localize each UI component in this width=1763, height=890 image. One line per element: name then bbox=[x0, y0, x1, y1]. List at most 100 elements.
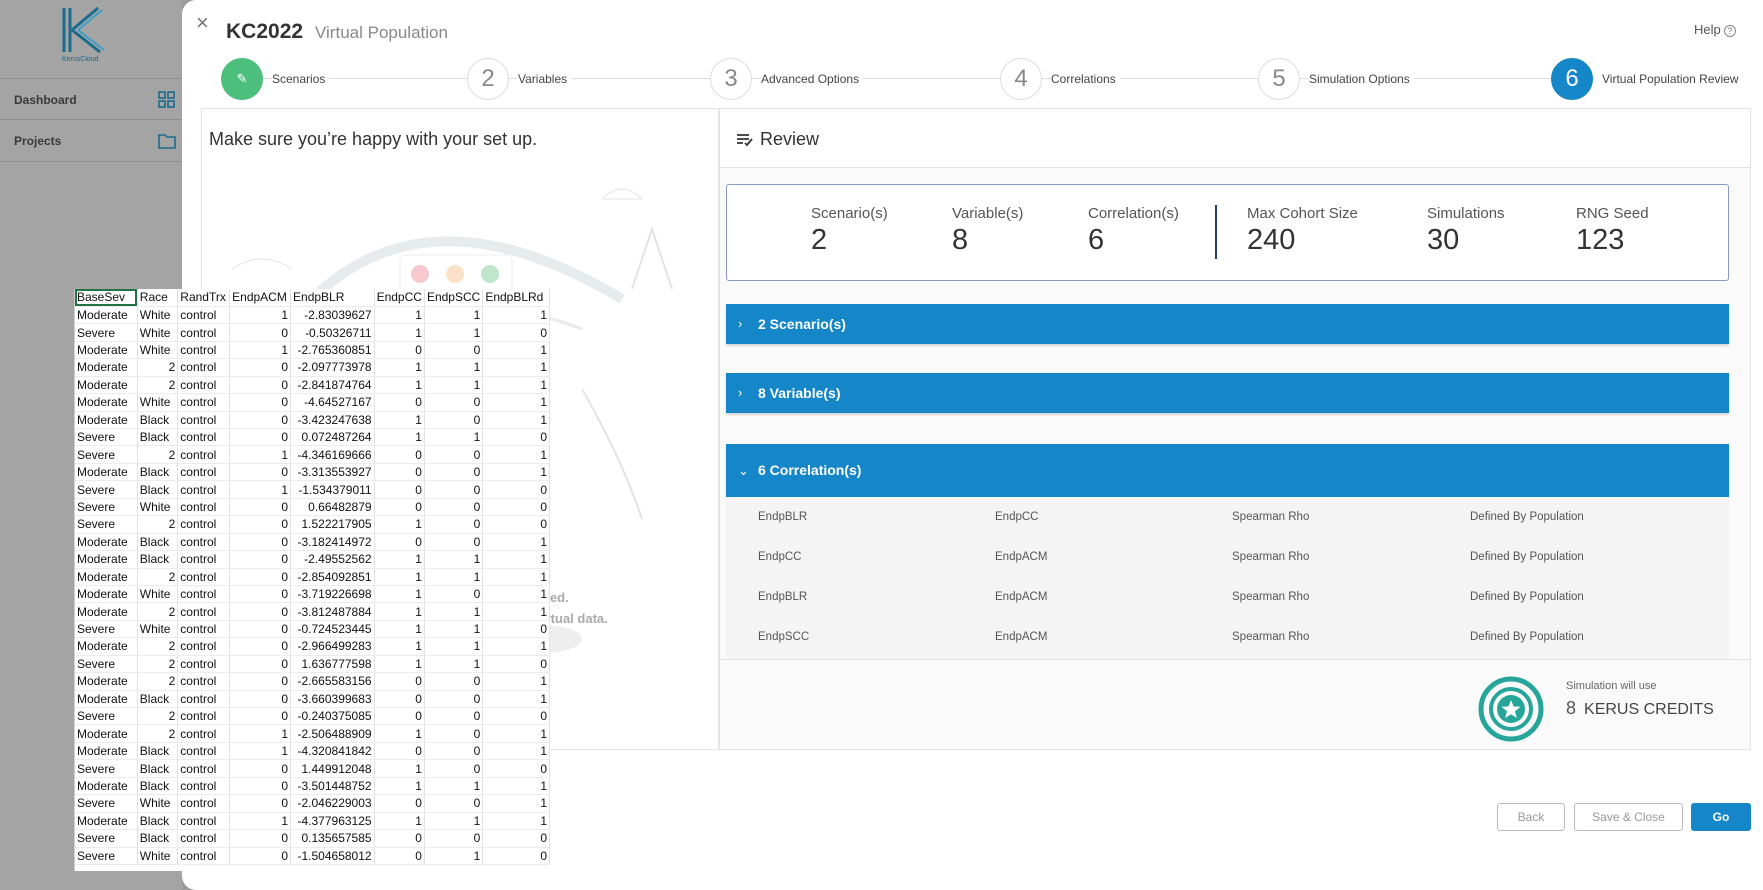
table-cell[interactable]: 0 bbox=[229, 690, 292, 709]
table-cell[interactable]: -2.046229003 bbox=[290, 794, 375, 813]
scenarios-accordion[interactable]: › 2 Scenario(s) bbox=[726, 304, 1729, 344]
table-cell[interactable]: control bbox=[177, 759, 231, 778]
column-header[interactable]: BaseSev bbox=[75, 289, 138, 307]
table-cell[interactable]: Moderate bbox=[75, 690, 138, 709]
table-cell[interactable]: Severe bbox=[75, 498, 138, 517]
table-cell[interactable]: Black bbox=[137, 829, 179, 848]
table-cell[interactable]: 0 bbox=[229, 533, 292, 552]
table-cell[interactable]: 0 bbox=[424, 498, 484, 517]
table-cell[interactable]: 0 bbox=[374, 672, 425, 691]
table-cell[interactable]: -3.501448752 bbox=[290, 777, 375, 796]
table-cell[interactable]: 1 bbox=[424, 637, 484, 656]
table-cell[interactable]: Severe bbox=[75, 515, 138, 534]
table-cell[interactable]: 2 bbox=[137, 376, 179, 395]
table-cell[interactable]: control bbox=[177, 655, 231, 674]
table-cell[interactable]: 0 bbox=[424, 585, 484, 604]
table-cell[interactable]: 2 bbox=[137, 637, 179, 656]
table-cell[interactable]: control bbox=[177, 620, 231, 639]
table-cell[interactable]: Moderate bbox=[75, 550, 138, 569]
table-cell[interactable]: 0 bbox=[229, 550, 292, 569]
table-cell[interactable]: 1 bbox=[482, 602, 550, 621]
table-cell[interactable]: control bbox=[177, 690, 231, 709]
table-cell[interactable]: 1 bbox=[424, 323, 484, 342]
table-cell[interactable]: 1 bbox=[482, 306, 550, 325]
table-cell[interactable]: White bbox=[137, 393, 179, 412]
table-cell[interactable]: 1 bbox=[424, 428, 484, 447]
table-cell[interactable]: 1 bbox=[374, 812, 425, 831]
table-cell[interactable]: control bbox=[177, 585, 231, 604]
table-cell[interactable]: 0 bbox=[374, 393, 425, 412]
table-cell[interactable]: Black bbox=[137, 428, 179, 447]
table-cell[interactable]: 1 bbox=[229, 306, 292, 325]
table-cell[interactable]: control bbox=[177, 794, 231, 813]
table-cell[interactable]: 1 bbox=[424, 620, 484, 639]
table-cell[interactable]: 1 bbox=[424, 847, 484, 865]
table-cell[interactable]: 1 bbox=[229, 742, 292, 761]
table-cell[interactable]: 0 bbox=[229, 428, 292, 447]
table-cell[interactable]: 0 bbox=[424, 515, 484, 534]
table-cell[interactable]: White bbox=[137, 323, 179, 342]
table-cell[interactable]: 0 bbox=[229, 515, 292, 534]
table-cell[interactable]: Moderate bbox=[75, 306, 138, 325]
table-cell[interactable]: Severe bbox=[75, 847, 138, 865]
table-cell[interactable]: control bbox=[177, 480, 231, 499]
table-cell[interactable]: control bbox=[177, 724, 231, 743]
table-cell[interactable]: 1 bbox=[482, 393, 550, 412]
table-cell[interactable]: Moderate bbox=[75, 341, 138, 360]
table-cell[interactable]: -3.719226698 bbox=[290, 585, 375, 604]
table-cell[interactable]: Moderate bbox=[75, 724, 138, 743]
table-cell[interactable]: -0.50326711 bbox=[290, 323, 375, 342]
table-cell[interactable]: 0 bbox=[424, 724, 484, 743]
table-cell[interactable]: 1 bbox=[374, 376, 425, 395]
table-cell[interactable]: 0 bbox=[482, 620, 550, 639]
table-cell[interactable]: control bbox=[177, 637, 231, 656]
table-cell[interactable]: White bbox=[137, 498, 179, 517]
table-cell[interactable]: 1 bbox=[482, 672, 550, 691]
table-cell[interactable]: control bbox=[177, 411, 231, 430]
table-cell[interactable]: -2.966499283 bbox=[290, 637, 375, 656]
table-cell[interactable]: Black bbox=[137, 533, 179, 552]
table-cell[interactable]: 0 bbox=[482, 829, 550, 848]
table-cell[interactable]: 0 bbox=[424, 480, 484, 499]
table-cell[interactable]: 0 bbox=[482, 759, 550, 778]
table-cell[interactable]: Black bbox=[137, 777, 179, 796]
table-cell[interactable]: 0 bbox=[424, 393, 484, 412]
table-cell[interactable]: 0 bbox=[229, 358, 292, 377]
table-cell[interactable]: -3.182414972 bbox=[290, 533, 375, 552]
step-variables[interactable]: 2 Variables bbox=[467, 58, 572, 100]
table-cell[interactable]: Moderate bbox=[75, 602, 138, 621]
table-cell[interactable]: 1 bbox=[374, 515, 425, 534]
table-cell[interactable]: 1 bbox=[374, 323, 425, 342]
table-cell[interactable]: 1.522217905 bbox=[290, 515, 375, 534]
table-cell[interactable]: 0 bbox=[374, 847, 425, 865]
table-cell[interactable]: control bbox=[177, 847, 231, 865]
table-cell[interactable]: 1 bbox=[482, 742, 550, 761]
table-cell[interactable]: 1 bbox=[424, 376, 484, 395]
table-cell[interactable]: -4.64527167 bbox=[290, 393, 375, 412]
table-cell[interactable]: Severe bbox=[75, 829, 138, 848]
table-cell[interactable]: 0 bbox=[229, 568, 292, 586]
table-cell[interactable]: -2.665583156 bbox=[290, 672, 375, 691]
table-cell[interactable]: Moderate bbox=[75, 533, 138, 552]
table-cell[interactable]: 2 bbox=[137, 445, 179, 464]
table-cell[interactable]: 1.449912048 bbox=[290, 759, 375, 778]
table-cell[interactable]: 0 bbox=[229, 847, 292, 865]
table-cell[interactable]: 0.66482879 bbox=[290, 498, 375, 517]
nav-projects[interactable]: Projects bbox=[0, 120, 182, 162]
table-cell[interactable]: 1.636777598 bbox=[290, 655, 375, 674]
table-cell[interactable]: 0 bbox=[482, 847, 550, 865]
table-cell[interactable]: 2 bbox=[137, 707, 179, 726]
step-correlations[interactable]: 4 Correlations bbox=[1000, 58, 1120, 100]
table-cell[interactable]: 0 bbox=[374, 707, 425, 726]
table-cell[interactable]: 0 bbox=[229, 707, 292, 726]
table-cell[interactable]: -2.097773978 bbox=[290, 358, 375, 377]
go-button[interactable]: Go bbox=[1691, 803, 1751, 831]
back-button[interactable]: Back bbox=[1497, 803, 1565, 831]
table-cell[interactable]: Moderate bbox=[75, 358, 138, 377]
variables-accordion[interactable]: › 8 Variable(s) bbox=[726, 373, 1729, 413]
column-header[interactable]: EndpBLR bbox=[290, 289, 375, 307]
table-cell[interactable]: -3.313553927 bbox=[290, 463, 375, 482]
column-header[interactable]: EndpCC bbox=[374, 289, 425, 307]
table-cell[interactable]: 0 bbox=[374, 742, 425, 761]
table-cell[interactable]: 1 bbox=[482, 358, 550, 377]
